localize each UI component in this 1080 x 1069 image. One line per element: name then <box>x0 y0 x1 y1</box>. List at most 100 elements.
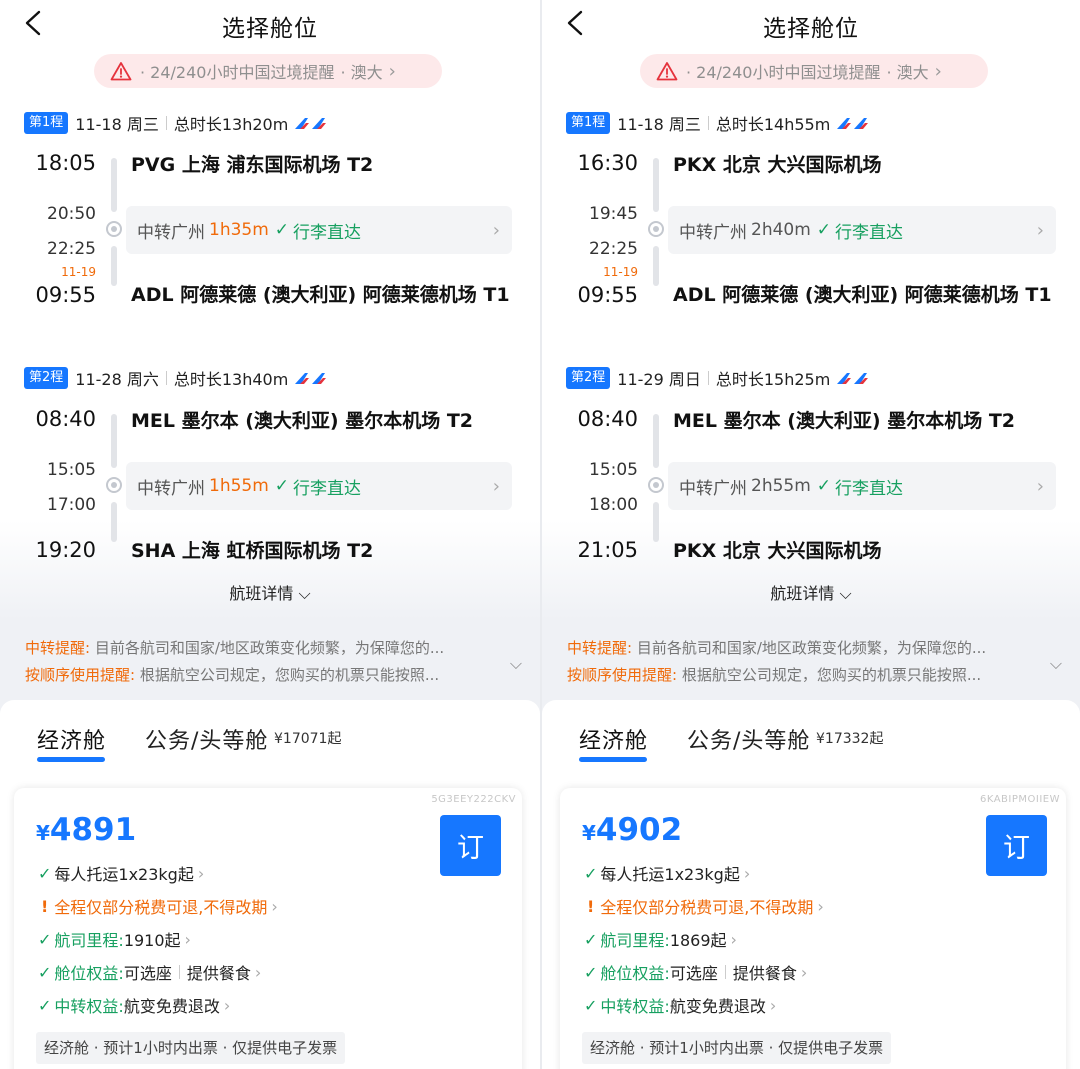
notice-more-text: · 澳大 <box>340 63 383 82</box>
transfer-perks-label: 中转权益: <box>54 997 124 1016</box>
cabin-perks[interactable]: ✓ 舱位权益: 可选座 提供餐食 › <box>584 960 807 984</box>
perk-meal: 提供餐食 <box>186 964 251 983</box>
departure-time: 08:40 <box>35 407 96 431</box>
price-value: 4891 <box>49 812 137 848</box>
fare-offer-card[interactable]: 5G3EEY222CKV ¥4891 订 ✓ 每人托运1x23kg起 › ! 全程仅部… <box>14 788 522 1069</box>
transfer-dot <box>106 221 122 237</box>
tab-business[interactable]: 公务/头等舱 <box>687 723 810 755</box>
exclamation-icon: ! <box>587 896 595 916</box>
transfer-duration: 1h55m <box>209 476 269 496</box>
transfer-perks[interactable]: ✓ 中转权益: 航变免费退改 › <box>38 993 230 1017</box>
chevron-down-icon[interactable]: ⌵ <box>510 654 522 674</box>
currency-symbol: ¥ <box>36 821 50 845</box>
transfer-label: 中转广州 <box>137 478 205 499</box>
transfer-reminder: 中转提醒: 目前各航司和国家/地区政策变化频繁，为保障您的... <box>567 637 1037 658</box>
check-icon: ✓ <box>38 929 52 949</box>
transfer-perks[interactable]: ✓ 中转权益: 航变免费退改 › <box>584 993 776 1017</box>
transit-notice-banner[interactable]: · 24/240小时中国过境提醒 · 澳大 › <box>640 54 988 88</box>
route-line <box>653 502 659 542</box>
airline-miles[interactable]: ✓ 航司里程: 1910起 › <box>38 927 191 951</box>
route-line <box>111 158 117 212</box>
perk-meal: 提供餐食 <box>732 964 797 983</box>
reminder-label: 按顺序使用提醒: <box>25 666 136 684</box>
reminder-label: 按顺序使用提醒: <box>567 666 678 684</box>
transfer-departure-time: 22:25 <box>589 239 638 259</box>
transfer-duration: 2h40m <box>751 220 811 240</box>
chevron-right-icon: › <box>271 896 278 916</box>
divider <box>165 116 167 130</box>
business-price: ¥17071起 <box>274 731 342 747</box>
transfer-info-row[interactable]: 中转广州 1h35m ✓ 行李直达 › <box>126 206 512 254</box>
leg-badge: 第1程 <box>24 112 69 134</box>
baggage-through-label: 行李直达 <box>293 478 362 499</box>
leg-duration: 总时长13h40m <box>173 370 289 389</box>
check-icon: ✓ <box>274 476 290 496</box>
transfer-perk-text: 航变免费退改 <box>669 997 766 1016</box>
departure-airport: PVG 上海 浦东国际机场 T2 <box>131 154 374 176</box>
chevron-right-icon: › <box>769 995 777 1015</box>
baggage-allowance[interactable]: ✓ 每人托运1x23kg起 › <box>38 861 204 885</box>
refund-policy[interactable]: ! 全程仅部分税费可退,不得改期 › <box>38 894 278 918</box>
leg-date: 11-18 周三 <box>617 115 701 134</box>
check-icon: ✓ <box>38 863 52 883</box>
warning-triangle-icon <box>110 62 132 81</box>
refund-policy[interactable]: ! 全程仅部分税费可退,不得改期 › <box>584 894 824 918</box>
chevron-right-icon: › <box>800 962 808 982</box>
tab-economy[interactable]: 经济舱 <box>579 723 648 755</box>
fare-price: ¥4891 <box>36 812 136 848</box>
transfer-departure-time: 17:00 <box>47 495 96 515</box>
route-line <box>111 502 117 542</box>
tab-business[interactable]: 公务/头等舱 <box>145 723 268 755</box>
transfer-duration: 2h55m <box>751 476 811 496</box>
next-day-label: 11-19 <box>61 265 96 279</box>
flight-details-toggle[interactable]: 航班详情 ⌵ <box>542 580 1080 604</box>
perk-seat: 可选座 <box>123 964 172 983</box>
screen-left: 选择舱位 · 24/240小时中国过境提醒 · 澳大 › 第1程 11-18 周… <box>0 0 540 1069</box>
leg-duration: 总时长14h55m <box>715 115 831 134</box>
currency-symbol: ¥ <box>582 821 596 845</box>
transit-notice-banner[interactable]: · 24/240小时中国过境提醒 · 澳大 › <box>94 54 442 88</box>
miles-label: 航司里程: <box>54 931 124 950</box>
baggage-allowance[interactable]: ✓ 每人托运1x23kg起 › <box>584 861 750 885</box>
active-tab-indicator <box>579 757 647 762</box>
reminder-text: 目前各航司和国家/地区政策变化频繁，为保障您的... <box>636 639 987 657</box>
tab-economy[interactable]: 经济舱 <box>37 723 106 755</box>
transfer-info-row[interactable]: 中转广州 2h55m ✓ 行李直达 › <box>668 462 1056 510</box>
refund-text: 全程仅部分税费可退,不得改期 <box>600 898 814 917</box>
fare-offer-card[interactable]: 6KABIPMOIIEW ¥4902 订 ✓ 每人托运1x23kg起 › ! 全程仅部… <box>560 788 1066 1069</box>
leg-badge: 第2程 <box>566 367 611 389</box>
transfer-dot <box>106 477 122 493</box>
refund-text: 全程仅部分税费可退,不得改期 <box>54 898 268 917</box>
airline-logo-icon <box>295 373 327 384</box>
book-button[interactable]: 订 <box>440 815 501 876</box>
transfer-departure-time: 22:25 <box>47 239 96 259</box>
arrival-airport: ADL 阿德莱德 (澳大利亚) 阿德莱德机场 T1 <box>673 284 1052 306</box>
leg-date: 11-28 周六 <box>75 370 159 389</box>
baggage-text: 每人托运1x23kg起 <box>600 865 740 884</box>
check-icon: ✓ <box>38 962 52 982</box>
book-button[interactable]: 订 <box>986 815 1047 876</box>
transfer-info-row[interactable]: 中转广州 1h55m ✓ 行李直达 › <box>126 462 512 510</box>
transfer-arrival-time: 19:45 <box>589 204 638 224</box>
airline-miles[interactable]: ✓ 航司里程: 1869起 › <box>584 927 737 951</box>
warning-triangle-icon <box>656 62 678 81</box>
nav-header: 选择舱位 <box>542 0 1080 50</box>
transfer-info-row[interactable]: 中转广州 2h40m ✓ 行李直达 › <box>668 206 1056 254</box>
transfer-perk-text: 航变免费退改 <box>123 997 220 1016</box>
arrival-airport: PKX 北京 大兴国际机场 <box>673 540 882 562</box>
flight-details-toggle[interactable]: 航班详情 ⌵ <box>0 580 540 604</box>
next-day-label: 11-19 <box>603 265 638 279</box>
route-line <box>111 246 117 286</box>
chevron-right-icon: › <box>730 929 737 949</box>
reminder-text: 根据航空公司规定，您购买的机票只能按照... <box>681 666 982 684</box>
perks-label: 舱位权益: <box>600 964 670 983</box>
chevron-right-icon: › <box>254 962 262 982</box>
cabin-perks[interactable]: ✓ 舱位权益: 可选座 提供餐食 › <box>38 960 261 984</box>
chevron-right-icon: › <box>743 863 751 883</box>
chevron-down-icon[interactable]: ⌵ <box>1050 654 1062 674</box>
reminder-label: 中转提醒: <box>567 639 633 657</box>
perk-seat: 可选座 <box>669 964 718 983</box>
airline-logo-icon <box>837 118 869 129</box>
transfer-duration: 1h35m <box>209 220 269 240</box>
check-icon: ✓ <box>584 995 598 1015</box>
